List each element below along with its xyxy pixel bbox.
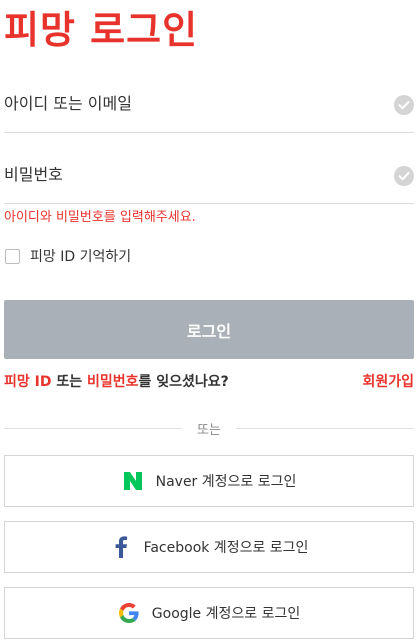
password-input[interactable] [4, 157, 374, 191]
check-circle-icon [394, 95, 414, 115]
forgot-id-text: 피망 ID [4, 374, 52, 390]
id-field-container [4, 72, 414, 133]
forgot-password-text: 비밀번호 [86, 374, 139, 390]
error-message: 아이디와 비밀번호를 입력해주세요. [4, 210, 196, 225]
or-divider: 또는 [4, 418, 414, 438]
remember-id-label: 피망 ID 기억하기 [30, 249, 132, 265]
naver-login-label: Naver 계정으로 로그인 [155, 474, 297, 490]
facebook-login-button[interactable]: Facebook 계정으로 로그인 [4, 521, 414, 573]
page-title: 피망 로그인 [4, 8, 199, 52]
remember-id-option[interactable]: 피망 ID 기억하기 [4, 246, 131, 266]
forgot-credentials-link[interactable]: 피망 ID 또는 비밀번호를 잊으셨나요? [4, 372, 229, 392]
remember-id-checkbox[interactable] [5, 248, 20, 264]
forgot-or-text: 또는 [51, 374, 87, 390]
google-login-button[interactable]: Google 계정으로 로그인 [4, 587, 414, 639]
naver-logo-icon [122, 470, 144, 492]
google-login-label: Google 계정으로 로그인 [151, 606, 301, 622]
naver-login-button[interactable]: Naver 계정으로 로그인 [4, 455, 414, 507]
signup-link[interactable]: 회원가입 [362, 372, 414, 392]
facebook-logo-icon [110, 536, 132, 558]
google-logo-icon [118, 602, 140, 624]
forgot-suffix-text: 를 잊으셨나요? [138, 374, 229, 390]
divider-line-right [236, 428, 414, 429]
login-button[interactable]: 로그인 [4, 300, 414, 359]
password-field-container [4, 143, 414, 204]
check-circle-icon [394, 166, 414, 186]
id-input[interactable] [4, 86, 374, 120]
facebook-login-label: Facebook 계정으로 로그인 [143, 540, 309, 556]
